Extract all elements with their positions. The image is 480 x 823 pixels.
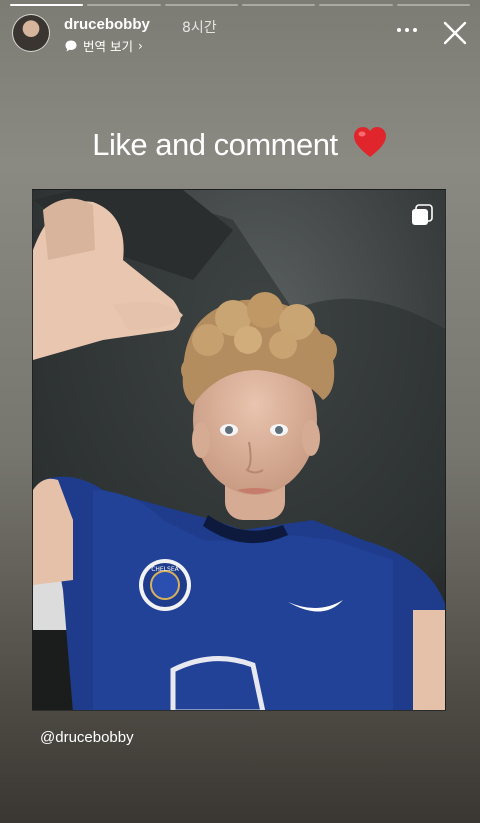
- translate-button[interactable]: 번역 보기 ›: [64, 36, 143, 55]
- translate-bubble-icon: [65, 40, 77, 51]
- story-progress-bar: [10, 4, 470, 6]
- progress-segment: [164, 4, 238, 6]
- story-photo[interactable]: CHELSEA: [32, 189, 446, 711]
- progress-segment: [87, 4, 161, 6]
- carousel-icon: [412, 204, 433, 225]
- red-heart-icon: [353, 127, 386, 157]
- story-caption: Like and comment: [0, 125, 480, 163]
- story-header: drucebobby 8시간 번역 보기 ›: [12, 14, 468, 54]
- caption-text: Like and comment: [92, 127, 338, 162]
- username[interactable]: drucebobby: [64, 16, 150, 33]
- progress-segment: [241, 4, 316, 6]
- svg-text:CHELSEA: CHELSEA: [151, 566, 179, 573]
- post-time: 8시간: [182, 20, 217, 36]
- avatar[interactable]: [12, 14, 50, 52]
- mention-sticker[interactable]: @drucebobby: [40, 729, 134, 746]
- chevron-right-icon: ›: [137, 38, 143, 53]
- more-horizontal-icon[interactable]: [396, 20, 418, 44]
- close-icon[interactable]: [442, 20, 468, 46]
- progress-segment: [10, 4, 84, 6]
- translate-label: 번역 보기: [83, 39, 133, 54]
- progress-segment: [396, 4, 470, 6]
- progress-segment: [319, 4, 393, 6]
- selfie-image: CHELSEA: [33, 190, 445, 710]
